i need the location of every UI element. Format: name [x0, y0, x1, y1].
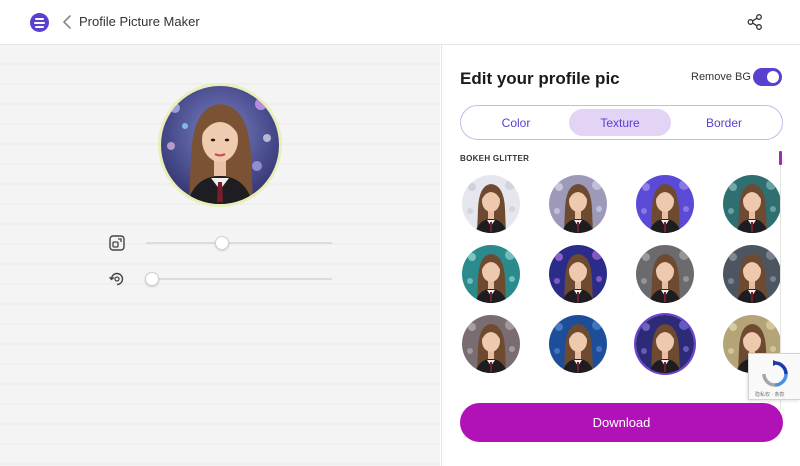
- texture-option[interactable]: [636, 245, 694, 303]
- editor-canvas: [0, 45, 440, 466]
- recaptcha-badge[interactable]: 隐私权 · 条款: [748, 353, 800, 400]
- texture-option[interactable]: [636, 175, 694, 233]
- texture-option[interactable]: [549, 315, 607, 373]
- share-icon[interactable]: [746, 13, 764, 31]
- zoom-square-icon: [109, 235, 125, 251]
- remove-bg-label: Remove BG: [691, 71, 751, 83]
- chevron-left-icon[interactable]: [61, 13, 73, 31]
- texture-option[interactable]: [636, 315, 694, 373]
- texture-option[interactable]: [723, 175, 780, 233]
- toggle-knob: [767, 71, 779, 83]
- texture-option[interactable]: [549, 175, 607, 233]
- app-logo-icon[interactable]: [30, 13, 49, 32]
- texture-option[interactable]: [462, 245, 520, 303]
- rotate-slider-row: [108, 268, 334, 290]
- remove-bg-toggle[interactable]: [753, 68, 782, 86]
- tab-color[interactable]: Color: [465, 109, 567, 136]
- tab-texture[interactable]: Texture: [569, 109, 671, 136]
- style-tabs: Color Texture Border: [460, 105, 783, 140]
- zoom-slider-thumb[interactable]: [215, 236, 230, 250]
- settings-panel: Edit your profile pic Remove BG Color Te…: [441, 45, 800, 466]
- recaptcha-terms: 隐私权 · 条款: [755, 392, 785, 398]
- section-label: BOKEH GLITTER: [460, 154, 530, 163]
- rotate-slider-thumb[interactable]: [144, 272, 159, 286]
- download-button[interactable]: Download: [460, 403, 783, 442]
- texture-option[interactable]: [723, 245, 780, 303]
- profile-preview[interactable]: [158, 83, 282, 207]
- scrollbar-thumb[interactable]: [779, 151, 782, 165]
- zoom-slider-track[interactable]: [146, 242, 332, 244]
- app-header: Profile Picture Maker: [0, 0, 800, 45]
- recaptcha-icon: [762, 360, 788, 387]
- rotate-slider-track[interactable]: [146, 278, 332, 280]
- tab-border[interactable]: Border: [673, 109, 775, 136]
- zoom-slider-row: [108, 232, 334, 254]
- texture-grid: [460, 173, 780, 405]
- texture-option[interactable]: [549, 245, 607, 303]
- panel-title: Edit your profile pic: [460, 69, 620, 88]
- texture-option[interactable]: [462, 315, 520, 373]
- page-title: Profile Picture Maker: [79, 14, 200, 29]
- texture-option[interactable]: [462, 175, 520, 233]
- rotate-icon: [108, 272, 124, 286]
